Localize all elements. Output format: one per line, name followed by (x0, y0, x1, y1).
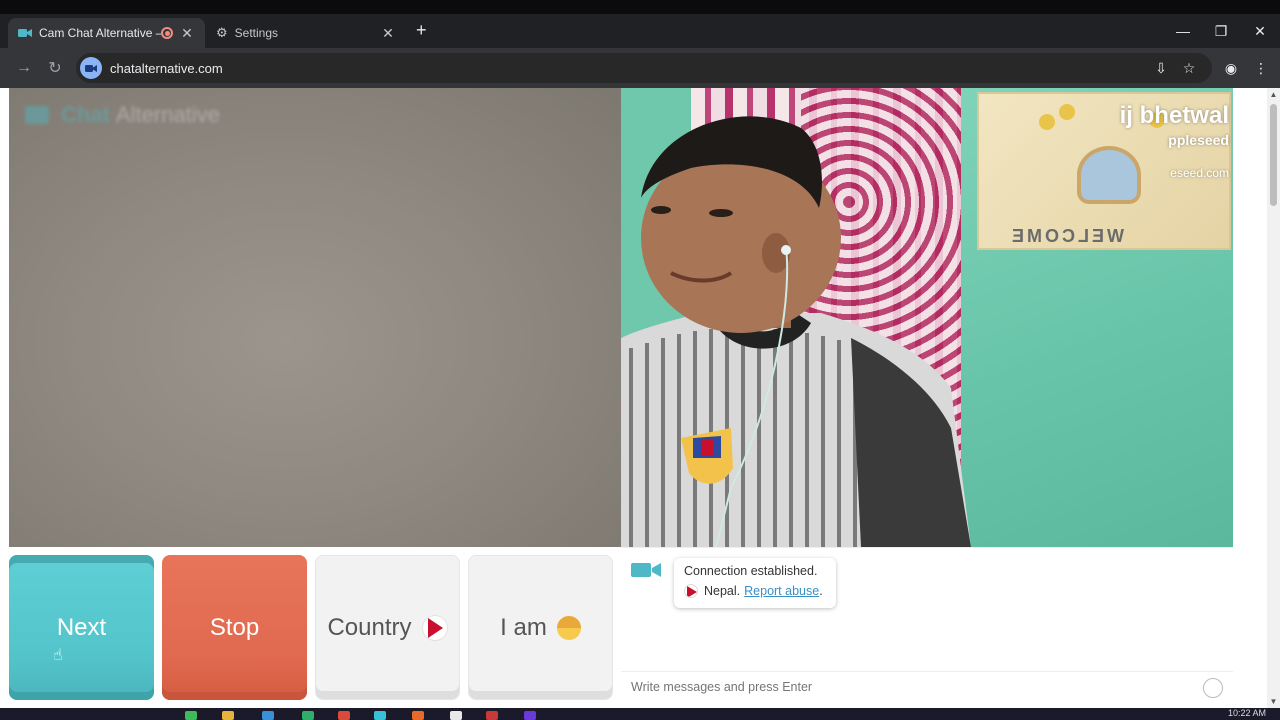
video-camera-icon (18, 29, 32, 37)
taskbar-app-icon[interactable] (450, 711, 462, 720)
overlay-subtitle: ppleseed (1168, 132, 1229, 148)
connection-status: Connection established. (684, 564, 818, 578)
video-camera-icon (25, 106, 49, 124)
tab-title: Cam Chat Alternative – Free (39, 26, 161, 40)
next-button[interactable]: Next (9, 555, 154, 700)
taskbar-app-icon[interactable] (486, 711, 498, 720)
mouse-cursor-icon: ☝ (53, 647, 63, 664)
taskbar-app-icon[interactable] (262, 711, 274, 720)
tab-strip: Cam Chat Alternative – Free ✕ ⚙ Settings… (0, 14, 1280, 48)
report-abuse-link[interactable]: Report abuse (744, 584, 819, 598)
logo-text-secondary: Alternative (115, 102, 220, 127)
gear-icon: ⚙ (216, 25, 228, 40)
report-suffix: . (819, 584, 823, 598)
country-button-label: Country (327, 613, 412, 641)
scroll-thumb[interactable] (1270, 104, 1277, 206)
taskbar-app-icon[interactable] (338, 711, 350, 720)
recording-icon (161, 27, 173, 39)
remote-person (621, 116, 971, 547)
chat-input-bar (621, 671, 1233, 701)
chat-message-input[interactable] (631, 679, 1191, 694)
logo-text: Chat (61, 102, 110, 127)
taskbar-app-icon[interactable] (302, 711, 314, 720)
nepal-flag-icon (684, 584, 698, 598)
i-am-button[interactable]: I am (468, 555, 613, 700)
profile-icon[interactable]: ◉ (1219, 56, 1243, 80)
chat-panel: Connection established. Nepal. Report ab… (621, 547, 1233, 700)
url-text: chatalternative.com (110, 60, 223, 76)
stop-button-label: Stop (209, 613, 260, 641)
system-clock: 10:22 AM (1227, 708, 1266, 718)
flower-icon (1039, 114, 1055, 130)
taskbar-app-icon[interactable] (222, 711, 234, 720)
smile-icon[interactable] (1203, 678, 1223, 698)
reload-icon: ↻ (48, 60, 62, 77)
plus-icon: + (416, 20, 427, 40)
next-button-label: Next (56, 613, 107, 641)
local-video: Chat Alternative (9, 88, 621, 547)
nepal-flag-icon (421, 614, 448, 641)
install-icon[interactable]: ⇩ (1149, 56, 1173, 80)
tab-cam-chat[interactable]: Cam Chat Alternative – Free ✕ (8, 18, 205, 48)
scroll-down-arrow[interactable]: ▼ (1269, 697, 1278, 706)
menu-icon[interactable]: ⋮ (1249, 56, 1273, 80)
forward-button[interactable]: → (12, 56, 36, 80)
tab-settings[interactable]: ⚙ Settings ✕ (206, 18, 406, 48)
taskbar-app-icon[interactable] (412, 711, 424, 720)
partner-country: Nepal. (704, 584, 741, 598)
screen-top-edge (0, 0, 1280, 14)
close-icon[interactable]: ✕ (179, 25, 195, 41)
stop-button[interactable]: Stop (162, 555, 307, 700)
flower-icon (1059, 104, 1075, 120)
face-emoji-icon (556, 615, 581, 640)
remote-overlay-watermark: ij bhetwal ppleseed eseed.com (1120, 102, 1229, 180)
tab-title: Settings (234, 26, 279, 40)
taskbar-app-icon[interactable] (374, 711, 386, 720)
address-bar[interactable]: chatalternative.com (76, 53, 1212, 83)
window-close-button[interactable]: ✕ (1241, 14, 1279, 48)
taskbar-app-icon[interactable] (185, 711, 197, 720)
scroll-up-arrow[interactable]: ▲ (1269, 90, 1278, 99)
country-button[interactable]: Country (315, 555, 460, 700)
forward-icon: → (16, 59, 32, 76)
restore-button[interactable]: ❐ (1202, 14, 1240, 48)
reload-button[interactable]: ↻ (43, 56, 67, 80)
close-icon[interactable]: ✕ (380, 25, 396, 41)
star-icon[interactable]: ☆ (1177, 56, 1201, 80)
new-tab-button[interactable]: + (416, 20, 427, 41)
site-info-icon[interactable] (80, 57, 102, 79)
overlay-url: eseed.com (1170, 166, 1229, 180)
browser-toolbar: → ↻ chatalternative.com ⇩ ☆ ◉ ⋮ (0, 48, 1280, 88)
minimize-button[interactable]: — (1164, 14, 1202, 48)
site-logo[interactable]: Chat Alternative (25, 102, 220, 128)
remote-video: WELCOME ij bhetwal ppleseed eseed.com (621, 88, 1233, 547)
i-am-button-label: I am (500, 613, 547, 641)
video-camera-icon (631, 563, 661, 577)
system-message: Connection established. Nepal. Report ab… (674, 558, 836, 608)
overlay-name: ij bhetwal (1119, 102, 1229, 129)
taskbar-app-icon[interactable] (524, 711, 536, 720)
poster-text: WELCOME (1009, 226, 1124, 246)
video-camera-icon (85, 64, 97, 72)
